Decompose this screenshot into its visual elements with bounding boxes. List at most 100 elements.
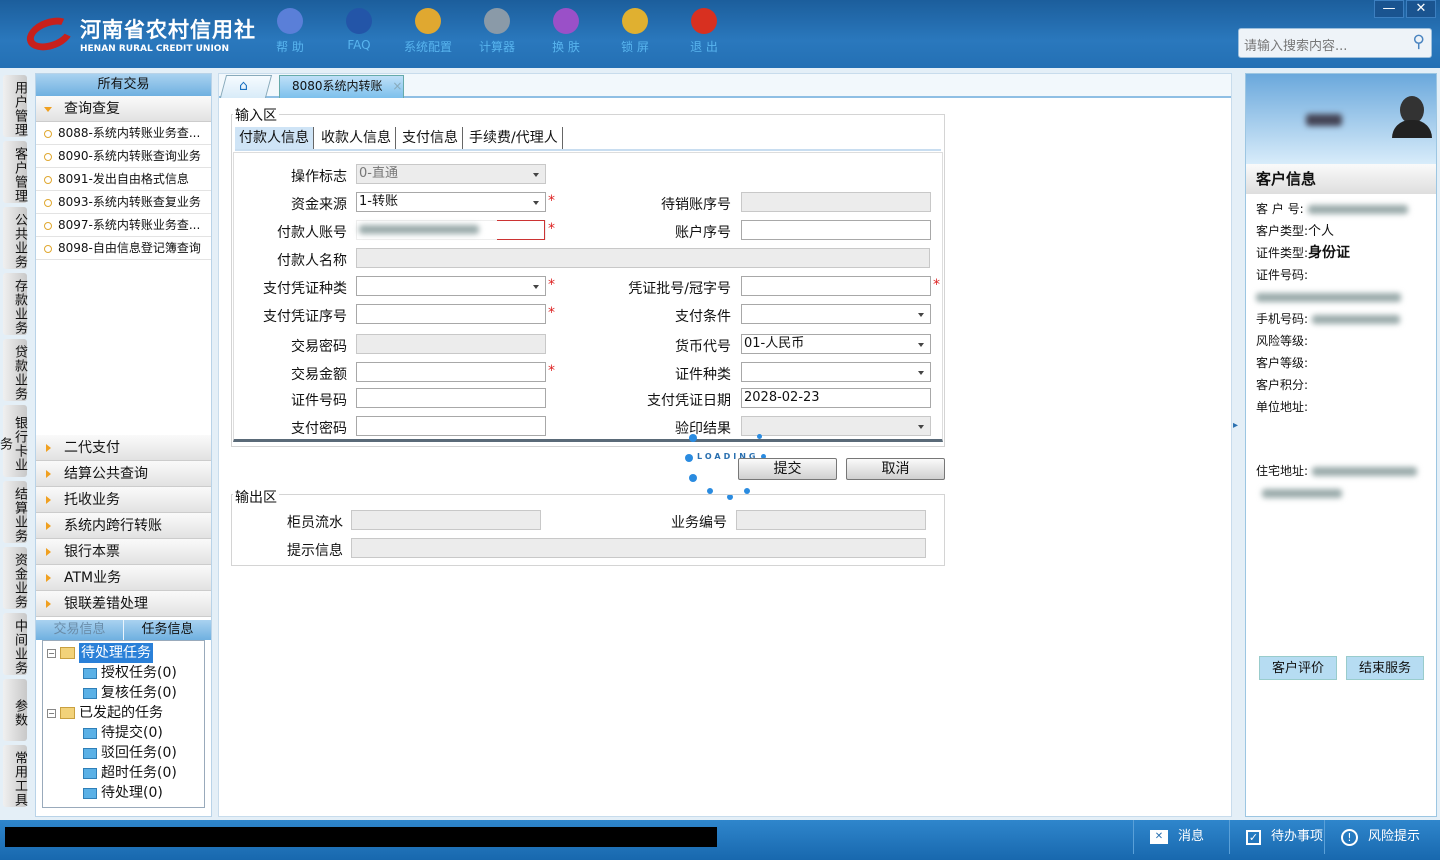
tree-leaf-label: 待处理(0) (101, 785, 163, 801)
group-item[interactable]: 二代支付 (36, 435, 211, 461)
vtab-5[interactable]: 银行卡业务 (0, 405, 27, 477)
tree-leaf[interactable]: 驳回任务(0) (43, 743, 204, 763)
payer_name-input[interactable] (356, 248, 930, 268)
message-button[interactable]: ✕ 消息 (1133, 820, 1229, 854)
transaction-item[interactable]: 8098-自由信息登记簿查询 (36, 237, 211, 260)
vtab-10[interactable]: 常用工具 (3, 745, 27, 807)
tree-leaf[interactable]: 待处理(0) (43, 783, 204, 803)
collapse-icon[interactable]: − (47, 648, 56, 658)
toolbar-power-button[interactable]: 退 出 (674, 8, 734, 55)
vtab-3[interactable]: 存款业务 (3, 273, 27, 335)
toolbar-lock-button[interactable]: 锁 屏 (605, 8, 665, 55)
voucher_type-select[interactable] (356, 276, 546, 296)
input-area-label: 输入区 (233, 105, 279, 125)
tree-leaf[interactable]: 超时任务(0) (43, 763, 204, 783)
transaction-item[interactable]: 8091-发出自由格式信息 (36, 168, 211, 191)
voucher_no-input[interactable] (356, 304, 546, 324)
subtab-payee[interactable]: 收款人信息 (317, 127, 396, 149)
tree-leaf[interactable]: 授权任务(0) (43, 663, 204, 683)
subtab-payer[interactable]: 付款人信息 (235, 127, 314, 149)
cancel-button[interactable]: 取消 (846, 458, 945, 480)
status-bar: ✕ 消息 ✓ 待办事项 ! 风险提示 (0, 820, 1440, 860)
vtab-9[interactable]: 参数 (3, 679, 27, 741)
voucher_date-input[interactable]: 2028-02-23 (741, 388, 931, 408)
group-query[interactable]: 查询查复 (36, 96, 211, 122)
tab-label: 8080系统内转账 (292, 79, 383, 93)
vtab-2[interactable]: 公共业务 (3, 207, 27, 269)
tree-leaf-label: 复核任务(0) (101, 685, 177, 701)
group-item[interactable]: ATM业务 (36, 565, 211, 591)
tab-8080[interactable]: 8080系统内转账 × (279, 75, 404, 98)
search-input[interactable]: 请输入搜索内容... ⚲ (1238, 28, 1432, 58)
toolbar-calculator-button[interactable]: 计算器 (467, 8, 527, 55)
tree-leaf[interactable]: 待提交(0) (43, 723, 204, 743)
tab-task-info[interactable]: 任务信息 (123, 620, 211, 640)
id_no-input[interactable] (356, 388, 546, 408)
collapse-icon[interactable]: − (47, 708, 56, 718)
group-item[interactable]: 系统内跨行转账 (36, 513, 211, 539)
collapse-right-handle[interactable]: ▸ (1233, 420, 1241, 466)
payer_acct-input[interactable] (356, 220, 546, 240)
group-item[interactable]: 银联差错处理 (36, 591, 211, 617)
risk-alert-button[interactable]: ! 风险提示 (1324, 820, 1440, 854)
tab-transaction-info[interactable]: 交易信息 (36, 620, 123, 640)
row-id-no: 证件号码: (1246, 264, 1436, 286)
submit-button[interactable]: 提交 (738, 458, 837, 480)
search-icon[interactable]: ⚲ (1413, 32, 1425, 52)
toolbar-shirt-button[interactable]: 换 肤 (536, 8, 596, 55)
row-home-addr-2 (1246, 482, 1436, 504)
voucher_batch-input[interactable] (741, 276, 931, 296)
op_flag-select[interactable]: 0-直通 (356, 164, 546, 184)
all-transactions-header[interactable]: 所有交易 (36, 74, 211, 96)
currency-select[interactable]: 01-人民币 (741, 334, 931, 354)
vtab-8[interactable]: 中间业务 (3, 613, 27, 675)
label: 风险提示 (1368, 829, 1421, 844)
pay_pwd-input[interactable] (356, 416, 546, 436)
vtab-4[interactable]: 贷款业务 (3, 339, 27, 401)
seal_result-select[interactable] (741, 416, 931, 436)
task-tree: − 待处理任务 授权任务(0) 复核任务(0) − 已发起的任务 待提交(0) 驳回任务(0)… (42, 640, 205, 808)
transaction-item[interactable]: 8093-系统内转账查复业务 (36, 191, 211, 214)
customer-eval-button[interactable]: 客户评价 (1259, 656, 1337, 680)
toolbar-toolbox-button[interactable]: 系统配置 (398, 8, 458, 55)
teller-serial-field (351, 510, 541, 530)
vtab-6[interactable]: 结算业务 (3, 481, 27, 543)
fund_src-select[interactable]: 1-转账 (356, 192, 546, 212)
required-marker: * (548, 193, 555, 209)
toolbar-info-button[interactable]: 帮 助 (260, 8, 320, 55)
group-item[interactable]: 托收业务 (36, 487, 211, 513)
tree-node[interactable]: − 待处理任务 (43, 643, 204, 663)
vtab-0[interactable]: 用户管理 (3, 75, 27, 137)
tree-node[interactable]: − 已发起的任务 (43, 703, 204, 723)
vtab-7[interactable]: 资金业务 (3, 547, 27, 609)
fund_src-label: 资金来源 (291, 197, 347, 213)
close-button[interactable]: ✕ (1406, 0, 1436, 18)
pay_cond-label: 支付条件 (675, 309, 731, 325)
hint-field (351, 538, 926, 558)
tx_pwd-input[interactable] (356, 334, 546, 354)
amount-input[interactable] (356, 362, 546, 382)
subtab-payment[interactable]: 支付信息 (398, 127, 463, 149)
acct_seq-label: 账户序号 (675, 225, 731, 241)
acct_seq-input[interactable] (741, 220, 931, 240)
transaction-item[interactable]: 8097-系统内转账业务查... (36, 214, 211, 237)
todo-button[interactable]: ✓ 待办事项 (1229, 820, 1324, 854)
vtab-1[interactable]: 客户管理 (3, 141, 27, 203)
toolbar-question-button[interactable]: FAQ (329, 8, 389, 52)
transaction-item[interactable]: 8090-系统内转账查询业务 (36, 145, 211, 168)
blurred-value (1311, 315, 1400, 324)
group-item[interactable]: 银行本票 (36, 539, 211, 565)
tree-leaf[interactable]: 复核任务(0) (43, 683, 204, 703)
end-service-button[interactable]: 结束服务 (1346, 656, 1424, 680)
pay_cond-select[interactable] (741, 304, 931, 324)
tab-close-icon[interactable]: × (392, 79, 402, 93)
group-item[interactable]: 结算公共查询 (36, 461, 211, 487)
required-marker: * (548, 277, 555, 293)
status-message-area (5, 827, 717, 847)
subtab-fee-agent[interactable]: 手续费/代理人 (465, 127, 563, 149)
home-icon[interactable]: ⌂ (239, 78, 248, 94)
minimize-button[interactable]: — (1374, 0, 1404, 18)
transaction-item[interactable]: 8088-系统内转账业务查... (36, 122, 211, 145)
pending_seq-input[interactable] (741, 192, 931, 212)
id_type-select[interactable] (741, 362, 931, 382)
